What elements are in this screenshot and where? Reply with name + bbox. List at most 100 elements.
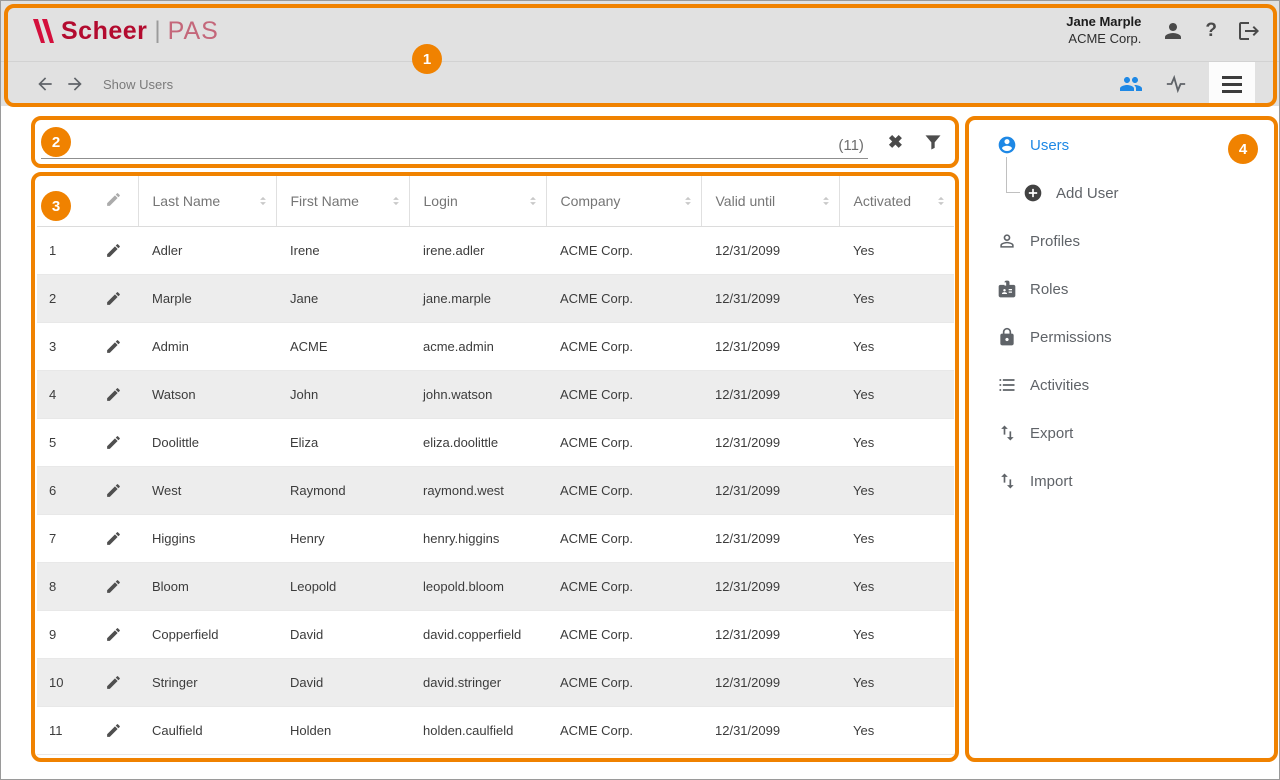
row-edit-cell [91, 466, 138, 514]
brand-text: Scheer [61, 17, 147, 46]
edit-row-button[interactable] [105, 242, 122, 259]
sidebar-item-export[interactable]: Export [971, 409, 1277, 457]
filter-funnel-icon[interactable] [923, 132, 943, 152]
cell-company: ACME Corp. [546, 514, 701, 562]
users-group-icon[interactable] [1119, 72, 1143, 96]
sidebar-item-import[interactable]: Import [971, 457, 1277, 505]
edit-row-button[interactable] [105, 578, 122, 595]
cell-valid-until: 12/31/2099 [701, 370, 839, 418]
forward-icon[interactable] [65, 74, 85, 94]
sort-icon[interactable] [526, 194, 540, 208]
result-count: (11) [838, 137, 864, 154]
cell-company: ACME Corp. [546, 226, 701, 274]
edit-icon [105, 338, 122, 355]
row-edit-cell [91, 322, 138, 370]
sidebar-item-add-user[interactable]: Add User [971, 169, 1277, 217]
row-edit-cell [91, 226, 138, 274]
cell-activated: Yes [839, 466, 954, 514]
user-icon[interactable] [1161, 19, 1185, 43]
column-header-last-name[interactable]: Last Name [138, 176, 276, 226]
table-row: 6 West Raymond raymond.west ACME Corp. 1… [37, 466, 954, 514]
cell-first-name: David [276, 610, 409, 658]
filter-input[interactable] [41, 138, 838, 154]
cell-last-name: Bloom [138, 562, 276, 610]
column-header-valid-until[interactable]: Valid until [701, 176, 839, 226]
clear-filter-icon[interactable]: ✖ [888, 133, 903, 151]
sort-icon[interactable] [819, 194, 833, 208]
cell-activated: Yes [839, 706, 954, 754]
cell-first-name: Eliza [276, 418, 409, 466]
cell-activated: Yes [839, 274, 954, 322]
header-row-top: Scheer | PAS Jane Marple ACME Corp. ? [1, 1, 1280, 61]
cell-login: irene.adler [409, 226, 546, 274]
edit-row-button[interactable] [105, 290, 122, 307]
screen: Scheer | PAS Jane Marple ACME Corp. ? [0, 0, 1280, 780]
cell-valid-until: 12/31/2099 [701, 658, 839, 706]
cell-last-name: Caulfield [138, 706, 276, 754]
edit-row-button[interactable] [105, 386, 122, 403]
sort-icon[interactable] [389, 194, 403, 208]
cell-activated: Yes [839, 562, 954, 610]
sidebar-item-profiles[interactable]: Profiles [971, 217, 1277, 265]
filter-field: (11) [41, 125, 868, 159]
cell-activated: Yes [839, 370, 954, 418]
menu-button[interactable] [1209, 62, 1255, 107]
cell-company: ACME Corp. [546, 706, 701, 754]
cell-valid-until: 12/31/2099 [701, 706, 839, 754]
cell-valid-until: 12/31/2099 [701, 226, 839, 274]
column-header-first-name[interactable]: First Name [276, 176, 409, 226]
row-edit-cell [91, 514, 138, 562]
cell-login: eliza.doolittle [409, 418, 546, 466]
cell-login: acme.admin [409, 322, 546, 370]
cell-login: david.copperfield [409, 610, 546, 658]
edit-row-button[interactable] [105, 482, 122, 499]
column-header-index [37, 176, 91, 226]
edit-row-button[interactable] [105, 626, 122, 643]
cell-last-name: Stringer [138, 658, 276, 706]
user-company: ACME Corp. [1066, 31, 1141, 48]
logout-icon[interactable] [1237, 19, 1261, 43]
sort-icon[interactable] [934, 194, 948, 208]
edit-row-button[interactable] [105, 722, 122, 739]
row-number: 5 [37, 418, 91, 466]
row-number: 6 [37, 466, 91, 514]
activity-pulse-icon[interactable] [1165, 73, 1187, 95]
cell-first-name: Jane [276, 274, 409, 322]
sort-icon[interactable] [681, 194, 695, 208]
sidebar-item-permissions[interactable]: Permissions [971, 313, 1277, 361]
row-edit-cell [91, 610, 138, 658]
table-row: 4 Watson John john.watson ACME Corp. 12/… [37, 370, 954, 418]
cell-last-name: Adler [138, 226, 276, 274]
app-header: Scheer | PAS Jane Marple ACME Corp. ? [1, 1, 1280, 106]
cell-last-name: Admin [138, 322, 276, 370]
back-icon[interactable] [35, 74, 55, 94]
cell-first-name: ACME [276, 322, 409, 370]
cell-first-name: Holden [276, 706, 409, 754]
edit-icon [105, 290, 122, 307]
edit-row-button[interactable] [105, 674, 122, 691]
cell-last-name: Doolittle [138, 418, 276, 466]
column-header-login[interactable]: Login [409, 176, 546, 226]
cell-login: john.watson [409, 370, 546, 418]
help-icon[interactable]: ? [1205, 20, 1217, 42]
cell-first-name: David [276, 658, 409, 706]
header-nav-right [1119, 62, 1280, 107]
cell-activated: Yes [839, 418, 954, 466]
product-text: PAS [168, 17, 219, 46]
edit-row-button[interactable] [105, 530, 122, 547]
cell-login: david.stringer [409, 658, 546, 706]
column-header-activated[interactable]: Activated [839, 176, 954, 226]
cell-last-name: Copperfield [138, 610, 276, 658]
cell-company: ACME Corp. [546, 658, 701, 706]
header-row-nav: Show Users [1, 61, 1280, 106]
sidebar-item-activities[interactable]: Activities [971, 361, 1277, 409]
cell-valid-until: 12/31/2099 [701, 274, 839, 322]
row-number: 9 [37, 610, 91, 658]
row-number: 10 [37, 658, 91, 706]
edit-row-button[interactable] [105, 338, 122, 355]
sidebar-item-roles[interactable]: Roles [971, 265, 1277, 313]
edit-row-button[interactable] [105, 434, 122, 451]
column-header-company[interactable]: Company [546, 176, 701, 226]
sort-icon[interactable] [256, 194, 270, 208]
breadcrumb: Show Users [103, 77, 173, 92]
